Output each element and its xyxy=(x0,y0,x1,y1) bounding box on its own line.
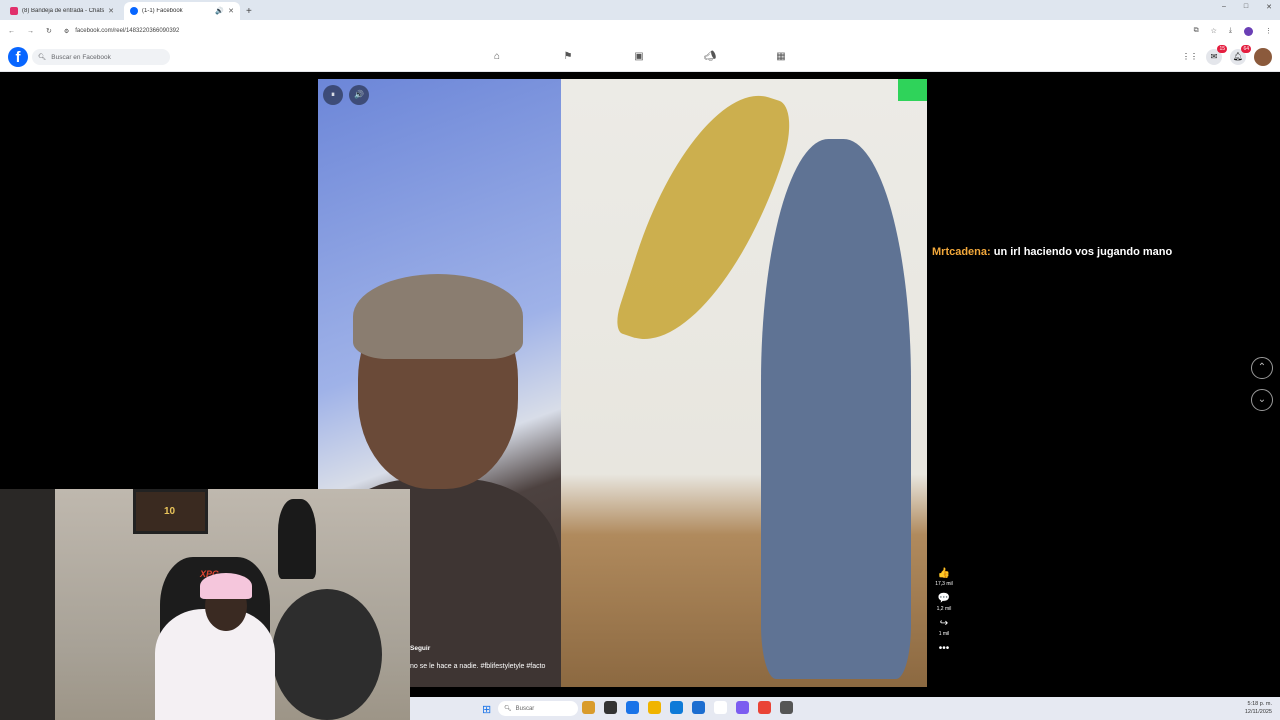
streamer-pink-cap xyxy=(200,573,252,599)
chat-username: Mrtcadena: xyxy=(932,246,991,258)
framed-jersey: 10 xyxy=(133,489,208,534)
taskbar-clock[interactable]: 5:18 p. m. 12/11/2025 xyxy=(1245,700,1272,716)
comment-button[interactable]: 💬 1,2 mil xyxy=(937,593,952,613)
tab-title: (1-1) Facebook xyxy=(142,8,183,14)
menu-grid-icon[interactable]: ⋮⋮ xyxy=(1182,49,1198,65)
home-icon[interactable]: ⌂ xyxy=(490,50,504,64)
facebook-logo[interactable]: f xyxy=(8,47,28,67)
taskbar-app-icon[interactable] xyxy=(758,701,771,714)
windows-start-icon[interactable]: ⊞ xyxy=(482,703,491,716)
back-icon[interactable]: ← xyxy=(8,28,15,35)
taskbar-app-icon[interactable] xyxy=(582,701,595,714)
close-tab-icon[interactable]: ✕ xyxy=(228,7,234,15)
site-info-icon[interactable]: ⚙ xyxy=(64,28,69,35)
taskbar-search-input[interactable]: 🔍︎ Buscar xyxy=(498,701,578,716)
reel-caption[interactable]: no se le hace a nadie. #fblifestyletyle … xyxy=(410,663,545,670)
forward-icon[interactable]: → xyxy=(27,28,34,35)
mute-tab-icon[interactable]: 🔊 xyxy=(215,7,224,15)
search-placeholder: Buscar en Facebook xyxy=(51,53,111,61)
volume-button[interactable]: 🔊 xyxy=(349,85,369,105)
thumbs-up-icon: 👍 xyxy=(937,568,951,579)
like-count: 17,3 mil xyxy=(935,581,953,587)
taskbar-app-icon[interactable] xyxy=(604,701,617,714)
window-controls: – □ ✕ xyxy=(1222,3,1272,11)
comment-bubble-icon: 💬 xyxy=(937,593,951,604)
notifications-badge: 64 xyxy=(1241,45,1251,53)
video-person-left-beanie xyxy=(353,274,523,359)
taskbar-app-icon[interactable] xyxy=(714,701,727,714)
facebook-favicon-icon xyxy=(130,7,138,15)
next-reel-button[interactable]: ⌄ xyxy=(1251,389,1273,411)
comment-count: 1,2 mil xyxy=(936,606,952,612)
search-icon: 🔍︎ xyxy=(38,54,47,61)
minimize-button[interactable]: – xyxy=(1222,3,1226,11)
windows-taskbar: ⊞ 🔍︎ Buscar 5:18 p. m. 12/11/2025 xyxy=(410,697,1280,720)
flag-icon[interactable]: ⚑ xyxy=(561,50,575,64)
share-count: 1 mil xyxy=(938,631,950,637)
jersey-number: 10 xyxy=(164,506,176,517)
video-person-right-dancing xyxy=(761,139,911,679)
browser-tab-strip: (8) Bandeja de entrada - Chats ✕ (1-1) F… xyxy=(0,0,1280,20)
collectible-figure xyxy=(278,499,316,579)
menu-kebab-icon[interactable]: ⋮ xyxy=(1265,27,1272,35)
stream-chat-message: Mrtcadena: un irl haciendo vos jugando m… xyxy=(932,246,1172,258)
tab-facebook[interactable]: (1-1) Facebook 🔊 ✕ xyxy=(124,2,240,20)
taskbar-pinned-apps xyxy=(582,701,793,714)
search-icon: 🔍︎ xyxy=(504,706,512,712)
video-right-pane xyxy=(561,79,927,687)
marketplace-icon[interactable]: ▣ xyxy=(632,50,646,64)
taskbar-search-placeholder: Buscar xyxy=(515,705,535,712)
taskbar-app-icon[interactable] xyxy=(648,701,661,714)
reel-actions: 👍 17,3 mil 💬 1,2 mil ↪ 1 mil ••• xyxy=(930,568,958,654)
share-arrow-icon: ↪ xyxy=(939,618,949,629)
facebook-header-actions: ⋮⋮ ✉ 15 🔔︎ 64 xyxy=(1182,45,1272,66)
taskbar-app-icon[interactable] xyxy=(626,701,639,714)
facebook-main-nav: ⌂ ⚑ ▣ 📣︎ ▦ xyxy=(490,50,788,64)
close-tab-icon[interactable]: ✕ xyxy=(108,7,114,15)
facebook-header: f 🔍︎ Buscar en Facebook ⌂ ⚑ ▣ 📣︎ ▦ ⋮⋮ ✉ 1… xyxy=(0,42,1280,72)
share-button[interactable]: ↪ 1 mil xyxy=(939,618,950,638)
taskbar-app-icon[interactable] xyxy=(780,701,793,714)
previous-reel-button[interactable]: ⌃ xyxy=(1251,357,1273,379)
notifications-bell-icon[interactable]: 🔔︎ 64 xyxy=(1230,45,1251,65)
account-avatar[interactable] xyxy=(1254,48,1272,66)
like-button[interactable]: 👍 17,3 mil xyxy=(935,568,953,588)
bean-bag xyxy=(272,589,382,720)
taskbar-app-icon[interactable] xyxy=(670,701,683,714)
taskbar-app-icon[interactable] xyxy=(692,701,705,714)
bookmark-star-icon[interactable]: ☆ xyxy=(1211,27,1217,35)
follow-button[interactable]: Seguir xyxy=(410,645,430,652)
gaming-icon[interactable]: ▦ xyxy=(774,50,788,64)
maximize-button[interactable]: □ xyxy=(1244,3,1248,11)
instagram-favicon-icon xyxy=(10,7,18,15)
megaphone-icon[interactable]: 📣︎ xyxy=(703,50,717,64)
address-bar-row: ← → ↻ ⚙ facebook.com/reel/14832203660903… xyxy=(0,20,1280,42)
url-field[interactable]: ⚙ facebook.com/reel/1483220366090392 xyxy=(63,23,1182,39)
shoe-shelf xyxy=(0,489,55,720)
streamer-webcam-overlay: 10 XPG xyxy=(0,489,410,720)
clock-time: 5:18 p. m. xyxy=(1247,701,1272,707)
install-app-icon[interactable]: ⧉ xyxy=(1194,27,1199,35)
clock-date: 12/11/2025 xyxy=(1244,709,1272,715)
pause-button[interactable]: ⏸ xyxy=(323,85,343,105)
url-text: facebook.com/reel/1483220366090392 xyxy=(75,28,180,34)
chat-text: un irl haciendo vos jugando mano xyxy=(993,246,1173,258)
new-tab-button[interactable]: + xyxy=(246,6,252,17)
tab-title: (8) Bandeja de entrada - Chats xyxy=(22,8,105,14)
profile-avatar[interactable] xyxy=(1244,26,1253,36)
messenger-icon[interactable]: ✉ 15 xyxy=(1206,45,1227,65)
taskbar-app-icon[interactable] xyxy=(736,701,749,714)
facebook-search-input[interactable]: 🔍︎ Buscar en Facebook xyxy=(32,49,170,65)
tab-inbox[interactable]: (8) Bandeja de entrada - Chats ✕ xyxy=(4,2,120,20)
more-options-button[interactable]: ••• xyxy=(939,643,950,654)
green-overlay-tag xyxy=(898,79,927,101)
messenger-badge: 15 xyxy=(1217,45,1227,53)
reload-icon[interactable]: ↻ xyxy=(46,27,52,35)
browser-toolbar-right: ⧉ ☆ ⤓ ⋮ xyxy=(1194,26,1272,36)
close-window-button[interactable]: ✕ xyxy=(1266,3,1272,11)
downloads-icon[interactable]: ⤓ xyxy=(1229,27,1232,35)
